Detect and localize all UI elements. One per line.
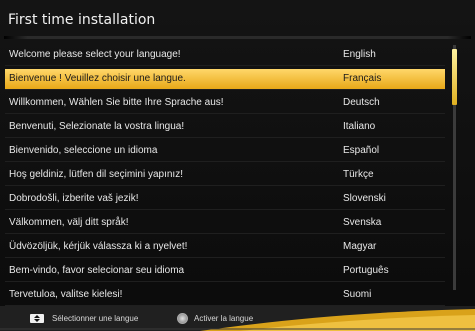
- greeting-text: Hoş geldiniz, lütfen dil seçimini yapını…: [9, 169, 183, 180]
- title-divider: [4, 36, 471, 39]
- language-name: Español: [343, 145, 380, 156]
- language-name: Türkçe: [343, 169, 374, 180]
- greeting-text: Benvenuti, Selezionate la vostra lingua!: [9, 121, 185, 132]
- language-name: Français: [343, 73, 382, 84]
- language-row-portugues[interactable]: Bem-vindo, favor selecionar seu idioma P…: [5, 261, 445, 282]
- list-scrollbar[interactable]: [450, 45, 460, 290]
- greeting-text: Üdvözöljük, kérjük válassza ki a nyelvet…: [9, 241, 188, 252]
- language-name: Svenska: [343, 217, 382, 228]
- footer-help-bar: Sélectionner une langue Activer la langu…: [0, 306, 475, 331]
- greeting-text: Bienvenue ! Veuillez choisir une langue.: [9, 73, 186, 84]
- scrollbar-thumb[interactable]: [452, 49, 457, 105]
- language-row-italiano[interactable]: Benvenuti, Selezionate la vostra lingua!…: [5, 117, 445, 138]
- language-row-deutsch[interactable]: Willkommen, Wählen Sie bitte Ihre Sprach…: [5, 93, 445, 114]
- footer-confirm-label: Activer la langue: [194, 314, 254, 323]
- greeting-text: Willkommen, Wählen Sie bitte Ihre Sprach…: [9, 97, 224, 108]
- footer-navigate-label: Sélectionner une langue: [52, 314, 139, 323]
- language-name: Português: [343, 265, 389, 276]
- window-title: First time installation: [8, 12, 156, 28]
- installation-panel: First time installation Welcome please s…: [0, 0, 475, 331]
- greeting-text: Welcome please select your language!: [9, 49, 181, 60]
- language-name: Slovenski: [343, 193, 386, 204]
- greeting-text: Tervetuloa, valitse kielesi!: [9, 289, 123, 300]
- greeting-text: Välkommen, välj ditt språk!: [9, 217, 129, 228]
- language-name: English: [343, 49, 376, 60]
- language-name: Suomi: [343, 289, 372, 300]
- language-row-suomi[interactable]: Tervetuloa, valitse kielesi! Suomi: [5, 285, 445, 306]
- language-name: Italiano: [343, 121, 376, 132]
- language-row-svenska[interactable]: Välkommen, välj ditt språk! Svenska: [5, 213, 445, 234]
- language-list[interactable]: Welcome please select your language! Eng…: [5, 45, 445, 309]
- language-row-turkce[interactable]: Hoş geldiniz, lütfen dil seçimini yapını…: [5, 165, 445, 186]
- ok-button-icon: [177, 313, 188, 324]
- language-name: Magyar: [343, 241, 377, 252]
- up-down-arrows-icon: [30, 314, 44, 323]
- language-row-francais[interactable]: Bienvenue ! Veuillez choisir une langue.…: [5, 69, 445, 90]
- language-row-espanol[interactable]: Bienvenido, seleccione un idioma Español: [5, 141, 445, 162]
- greeting-text: Bienvenido, seleccione un idioma: [9, 145, 158, 156]
- language-name: Deutsch: [343, 97, 380, 108]
- language-row-magyar[interactable]: Üdvözöljük, kérjük válassza ki a nyelvet…: [5, 237, 445, 258]
- language-row-slovenski[interactable]: Dobrodošli, izberite vaš jezik! Slovensk…: [5, 189, 445, 210]
- language-row-english[interactable]: Welcome please select your language! Eng…: [5, 45, 445, 66]
- greeting-text: Bem-vindo, favor selecionar seu idioma: [9, 265, 185, 276]
- greeting-text: Dobrodošli, izberite vaš jezik!: [9, 193, 139, 204]
